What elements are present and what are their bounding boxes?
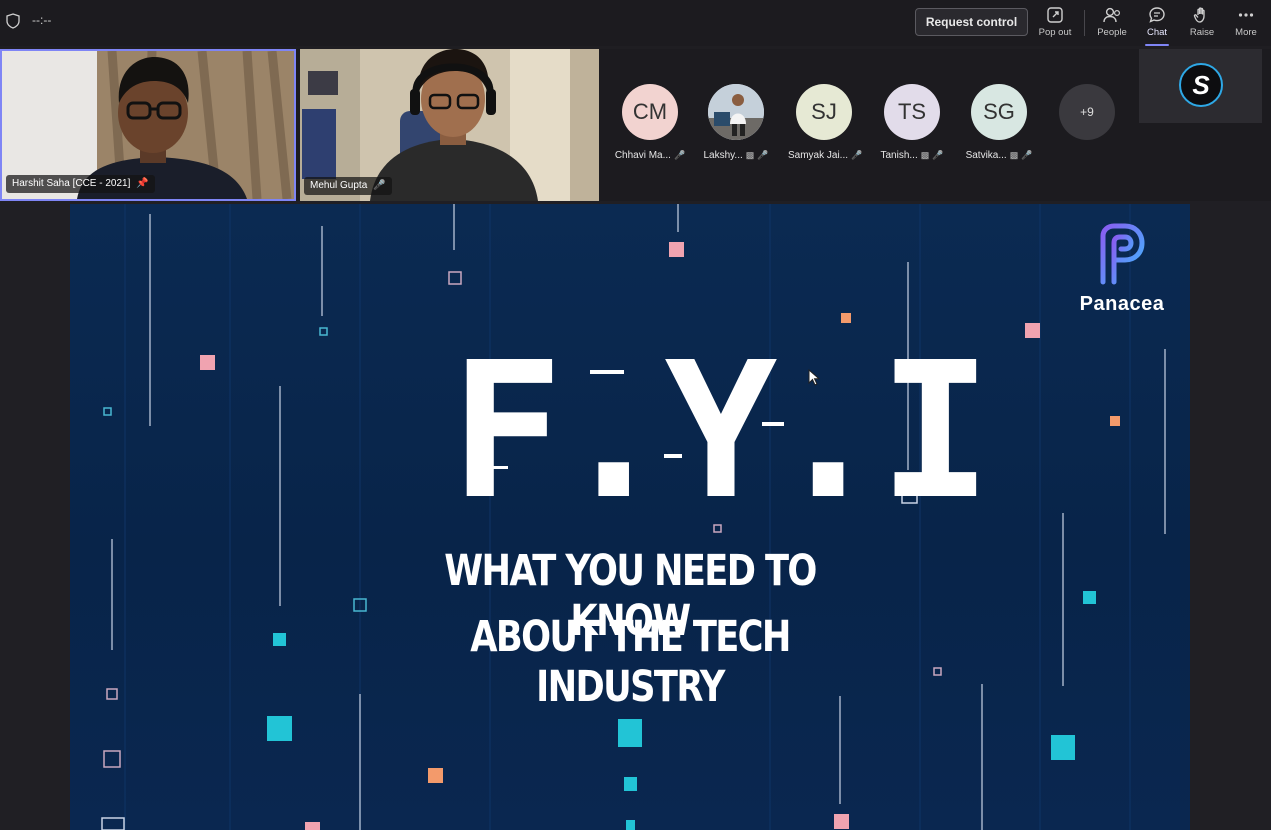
raise-label: Raise: [1189, 27, 1215, 38]
people-button[interactable]: People: [1090, 4, 1134, 44]
pop-out-label: Pop out: [1038, 27, 1072, 38]
mouse-cursor-icon: [808, 369, 820, 386]
participant-name: Tanish...: [880, 150, 918, 161]
people-icon: [1103, 7, 1121, 23]
avatar: TS: [884, 84, 940, 140]
participant-strip: Harshit Saha [CCE - 2021] 📌 Mehul Gupta 🎤: [0, 49, 1271, 201]
participant-avatar-item[interactable]: TS Tanish... ▩ 🎤: [876, 84, 948, 174]
camera-off-icon: ▩: [745, 150, 755, 160]
more-button[interactable]: More: [1224, 4, 1268, 44]
video-tile-harshit[interactable]: Harshit Saha [CCE - 2021] 📌: [0, 49, 296, 201]
request-control-button[interactable]: Request control: [915, 8, 1028, 36]
s-logo-icon: S: [1179, 63, 1223, 107]
mic-off-icon: 🎤: [851, 150, 863, 160]
camera-off-icon: ▩: [920, 150, 930, 160]
participant-name-tag: Harshit Saha [CCE - 2021] 📌: [6, 175, 155, 193]
pop-out-button[interactable]: Pop out: [1033, 4, 1077, 44]
avatar-photo: [708, 84, 764, 140]
participant-avatar-item[interactable]: CM Chhavi Ma... 🎤: [614, 84, 686, 174]
camera-off-icon: ▩: [1009, 150, 1019, 160]
mic-off-icon: 🎤: [673, 150, 686, 160]
participant-name-tag: Mehul Gupta 🎤: [304, 177, 392, 195]
avatar: CM: [622, 84, 678, 140]
raise-hand-button[interactable]: Raise: [1180, 4, 1224, 44]
participant-avatar-item[interactable]: SJ Samyak Jai... 🎤: [788, 84, 863, 174]
more-participants-count: +9: [1059, 84, 1115, 140]
video-tile-mehul[interactable]: Mehul Gupta 🎤: [300, 49, 599, 201]
pop-out-icon: [1047, 7, 1063, 23]
slide-subtitle-line-2: ABOUT THE TECH INDUSTRY: [470, 612, 791, 712]
chat-button[interactable]: Chat: [1135, 4, 1179, 46]
avatar: [708, 84, 764, 140]
shield-icon: [6, 13, 20, 29]
raise-hand-icon: [1193, 7, 1205, 23]
participant-name: Chhavi Ma...: [614, 150, 671, 161]
mic-off-icon: 🎤: [757, 150, 769, 160]
presentation-slide: Panacea F.Y.I WHAT YOU NEED TO KNOW ABOU…: [70, 204, 1190, 830]
mic-off-icon: 🎤: [932, 150, 944, 160]
participant-name: Harshit Saha [CCE - 2021]: [12, 178, 131, 189]
participant-name: Satvika...: [965, 150, 1007, 161]
pin-icon: 📌: [136, 178, 149, 189]
participant-avatar-item[interactable]: SG Satvika... ▩ 🎤: [963, 84, 1035, 174]
toolbar-divider: [1084, 10, 1085, 36]
more-participants[interactable]: +9: [1051, 84, 1123, 174]
meeting-timer: --:--: [32, 13, 52, 27]
brand-name: Panacea: [1079, 293, 1165, 315]
panacea-brand: Panacea: [1072, 222, 1172, 316]
more-label: More: [1235, 27, 1257, 38]
avatar: SJ: [796, 84, 852, 140]
slide-title: F.Y.I: [450, 322, 992, 541]
mic-off-icon: 🎤: [373, 180, 386, 191]
shared-screen: Panacea F.Y.I WHAT YOU NEED TO KNOW ABOU…: [0, 201, 1271, 830]
participant-name: Mehul Gupta: [310, 180, 368, 191]
self-view-tile[interactable]: S: [1139, 49, 1262, 123]
chat-label: Chat: [1146, 27, 1168, 38]
participant-name: Lakshy...: [703, 150, 743, 161]
people-label: People: [1097, 27, 1127, 38]
avatar: SG: [971, 84, 1027, 140]
participant-avatar-item[interactable]: Lakshy... ▩ 🎤: [700, 84, 772, 174]
chat-icon: [1149, 7, 1165, 23]
participant-name: Samyak Jai...: [788, 150, 849, 161]
meeting-top-bar: --:-- Request control Pop out People Cha…: [0, 0, 1271, 46]
panacea-logo-icon: [1100, 223, 1145, 285]
mic-off-icon: 🎤: [1021, 150, 1033, 160]
more-icon: [1238, 13, 1254, 17]
